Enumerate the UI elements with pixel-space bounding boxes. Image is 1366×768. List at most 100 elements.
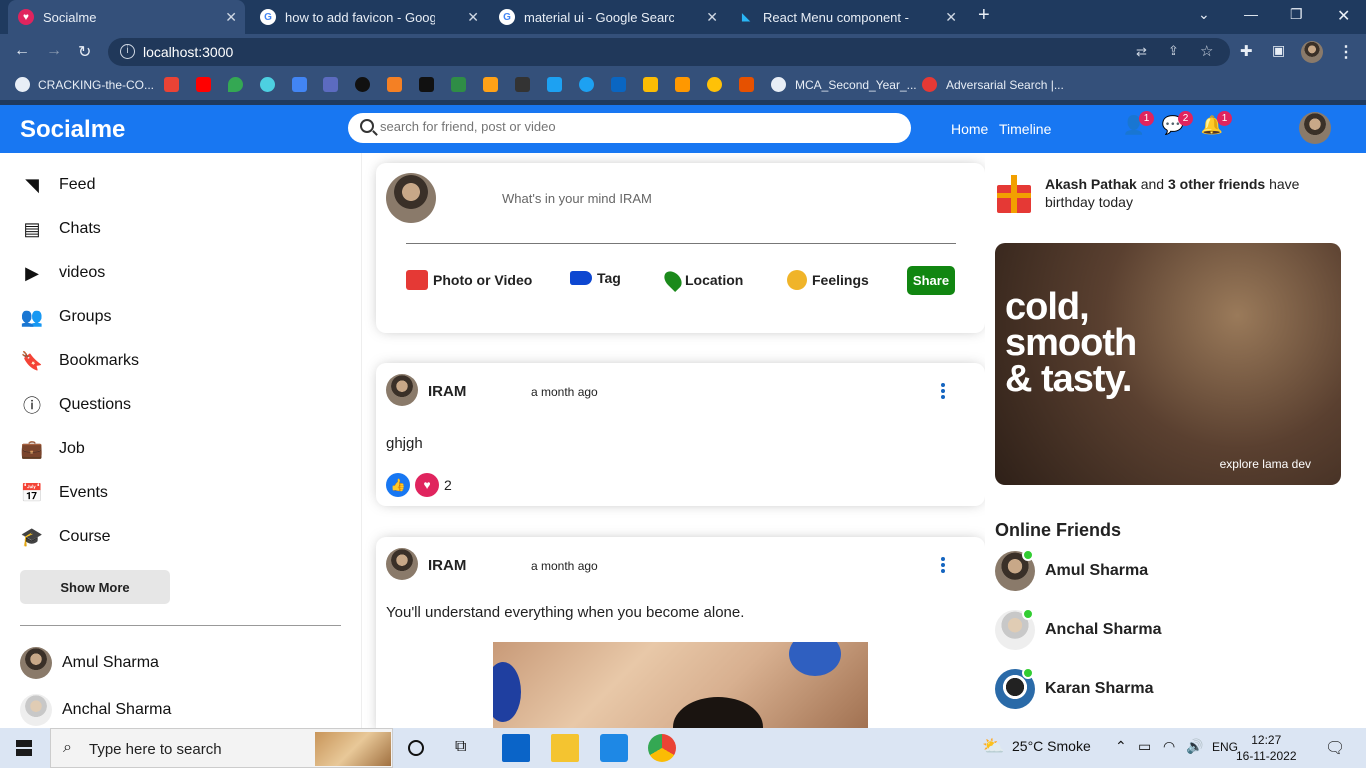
share-page-icon[interactable]: ⇪ bbox=[1168, 43, 1179, 59]
bookmark-icon-2[interactable] bbox=[419, 77, 434, 92]
tab-material-search[interactable]: G material ui - Google Search ✕ bbox=[489, 0, 726, 34]
chevron-up-icon[interactable]: ⌃ bbox=[1115, 738, 1127, 755]
mail-icon[interactable] bbox=[502, 734, 530, 762]
online-friend[interactable]: Anchal Sharma bbox=[995, 608, 1161, 650]
notifications-icon[interactable]: 🔔 1 bbox=[1200, 111, 1232, 139]
close-window-icon[interactable]: ✕ bbox=[1337, 6, 1350, 26]
battery-icon[interactable]: ▭ bbox=[1138, 738, 1151, 755]
bookmark-icon-4[interactable] bbox=[547, 77, 562, 92]
chevron-down-icon[interactable]: ⌄ bbox=[1198, 6, 1210, 23]
new-tab-button[interactable]: + bbox=[978, 4, 990, 27]
sidebar-item-feed[interactable]: ◥ Feed bbox=[20, 170, 95, 200]
search-input[interactable] bbox=[380, 119, 900, 134]
tab-react-menu[interactable]: ◣ React Menu component - Materi ✕ bbox=[728, 0, 965, 34]
sidebar-item-bookmarks[interactable]: 🔖 Bookmarks bbox=[20, 346, 139, 376]
bookmark-icon-3[interactable] bbox=[515, 77, 530, 92]
post-username[interactable]: IRAM bbox=[428, 557, 466, 574]
sidebar-item-videos[interactable]: ▶ videos bbox=[20, 258, 105, 288]
youtube-icon[interactable] bbox=[196, 77, 211, 92]
bookmark-icon-5[interactable] bbox=[643, 77, 658, 92]
like-icon[interactable]: 👍 bbox=[386, 473, 410, 497]
back-icon[interactable]: ← bbox=[14, 42, 30, 60]
github-icon[interactable] bbox=[355, 77, 370, 92]
geeksforgeeks-icon[interactable] bbox=[451, 77, 466, 92]
bookmark-icon-6[interactable] bbox=[707, 77, 722, 92]
reload-icon[interactable]: ↻ bbox=[78, 42, 91, 62]
close-icon[interactable]: ✕ bbox=[706, 9, 718, 26]
more-vert-icon[interactable] bbox=[941, 557, 945, 573]
menu-icon[interactable]: ⋮ bbox=[1338, 42, 1354, 62]
star-icon[interactable]: ☆ bbox=[1200, 42, 1213, 60]
code-icon[interactable] bbox=[323, 77, 338, 92]
gmail-icon[interactable] bbox=[164, 77, 179, 92]
maps-icon[interactable] bbox=[228, 77, 243, 92]
side-panel-icon[interactable]: ▣ bbox=[1272, 42, 1285, 59]
blogger-icon[interactable] bbox=[675, 77, 690, 92]
sidebar-friend[interactable]: Amul Sharma bbox=[20, 647, 159, 679]
bookmark-mca[interactable]: MCA_Second_Year_... bbox=[795, 78, 917, 92]
twitter-icon[interactable] bbox=[579, 77, 594, 92]
nav-home[interactable]: Home bbox=[951, 121, 988, 137]
maximize-icon[interactable]: ❐ bbox=[1290, 6, 1303, 23]
profile-avatar[interactable] bbox=[1301, 41, 1323, 63]
chrome-icon[interactable] bbox=[648, 734, 676, 762]
avatar[interactable] bbox=[386, 374, 418, 406]
app-logo[interactable]: Socialme bbox=[20, 116, 125, 144]
bookmark-cracking[interactable]: CRACKING-the-CO... bbox=[38, 78, 154, 92]
person-icon[interactable]: 👤 1 bbox=[1122, 111, 1154, 139]
wifi-icon[interactable]: ◠ bbox=[1163, 738, 1175, 755]
sidebar-friend[interactable]: Anchal Sharma bbox=[20, 694, 171, 726]
minimize-icon[interactable]: — bbox=[1244, 6, 1258, 22]
translate-icon[interactable]: ⇄ bbox=[1136, 44, 1147, 60]
tag-option[interactable]: Tag bbox=[570, 270, 621, 286]
heart-icon[interactable]: ♥ bbox=[415, 473, 439, 497]
share-button[interactable]: Share bbox=[907, 266, 955, 295]
taskbar-search[interactable]: ⌕ Type here to search bbox=[50, 728, 393, 768]
more-vert-icon[interactable] bbox=[941, 383, 945, 399]
topbar-avatar[interactable] bbox=[1299, 112, 1331, 144]
tab-socialme[interactable]: ♥ Socialme ✕ bbox=[8, 0, 245, 34]
vscode-icon[interactable] bbox=[600, 734, 628, 762]
task-view-icon[interactable]: ⧉ bbox=[455, 738, 466, 756]
windows-start-icon[interactable] bbox=[16, 740, 32, 756]
bookmark-icon-7[interactable] bbox=[739, 77, 754, 92]
avatar[interactable] bbox=[386, 548, 418, 580]
sidebar-item-chats[interactable]: ▤ Chats bbox=[20, 214, 100, 244]
feelings-option[interactable]: Feelings bbox=[787, 270, 869, 290]
extensions-icon[interactable]: ✚ bbox=[1240, 42, 1253, 60]
cortana-icon[interactable] bbox=[408, 740, 424, 756]
ad-banner[interactable]: cold, smooth & tasty. explore lama dev bbox=[995, 243, 1341, 485]
file-explorer-icon[interactable] bbox=[551, 734, 579, 762]
bookmark-adversarial[interactable]: Adversarial Search |... bbox=[946, 78, 1064, 92]
bookmark-icon-8[interactable] bbox=[922, 77, 937, 92]
notification-center-icon[interactable]: 🗨 bbox=[1325, 738, 1345, 758]
weather-text[interactable]: 25°C Smoke bbox=[1012, 738, 1091, 754]
volume-icon[interactable]: 🔊 bbox=[1186, 738, 1203, 755]
show-more-button[interactable]: Show More bbox=[20, 570, 170, 604]
bookmark-icon-1[interactable] bbox=[260, 77, 275, 92]
close-icon[interactable]: ✕ bbox=[225, 9, 237, 26]
tab-favicon-search[interactable]: G how to add favicon - Google Sea ✕ bbox=[250, 0, 487, 34]
url-field[interactable]: i localhost:3000 ⇄ ⇪ ☆ bbox=[108, 38, 1230, 66]
sidebar-item-course[interactable]: 🎓 Course bbox=[20, 522, 111, 552]
chat-icon[interactable]: 💬 2 bbox=[1161, 111, 1193, 139]
close-icon[interactable]: ✕ bbox=[945, 9, 957, 26]
photo-video-option[interactable]: Photo or Video bbox=[406, 270, 532, 290]
share-input[interactable]: What's in your mind IRAM bbox=[502, 191, 652, 206]
sidebar-item-events[interactable]: 📅 Events bbox=[20, 478, 108, 508]
online-friend[interactable]: Amul Sharma bbox=[995, 549, 1148, 591]
language-indicator[interactable]: ENG bbox=[1212, 740, 1238, 754]
stackoverflow-icon[interactable] bbox=[387, 77, 402, 92]
online-friend[interactable]: Karan Sharma bbox=[995, 667, 1154, 709]
leetcode-icon[interactable] bbox=[483, 77, 498, 92]
clock[interactable]: 12:27 16-11-2022 bbox=[1236, 732, 1297, 764]
post-username[interactable]: IRAM bbox=[428, 383, 466, 400]
close-icon[interactable]: ✕ bbox=[467, 9, 479, 26]
sidebar-item-questions[interactable]: ⓘ Questions bbox=[20, 390, 131, 420]
forward-icon[interactable]: → bbox=[46, 42, 62, 60]
info-icon[interactable]: i bbox=[120, 44, 135, 59]
sidebar-item-job[interactable]: 💼 Job bbox=[20, 434, 85, 464]
nav-timeline[interactable]: Timeline bbox=[999, 121, 1051, 137]
location-option[interactable]: Location bbox=[660, 267, 743, 293]
linkedin-icon[interactable] bbox=[611, 77, 626, 92]
